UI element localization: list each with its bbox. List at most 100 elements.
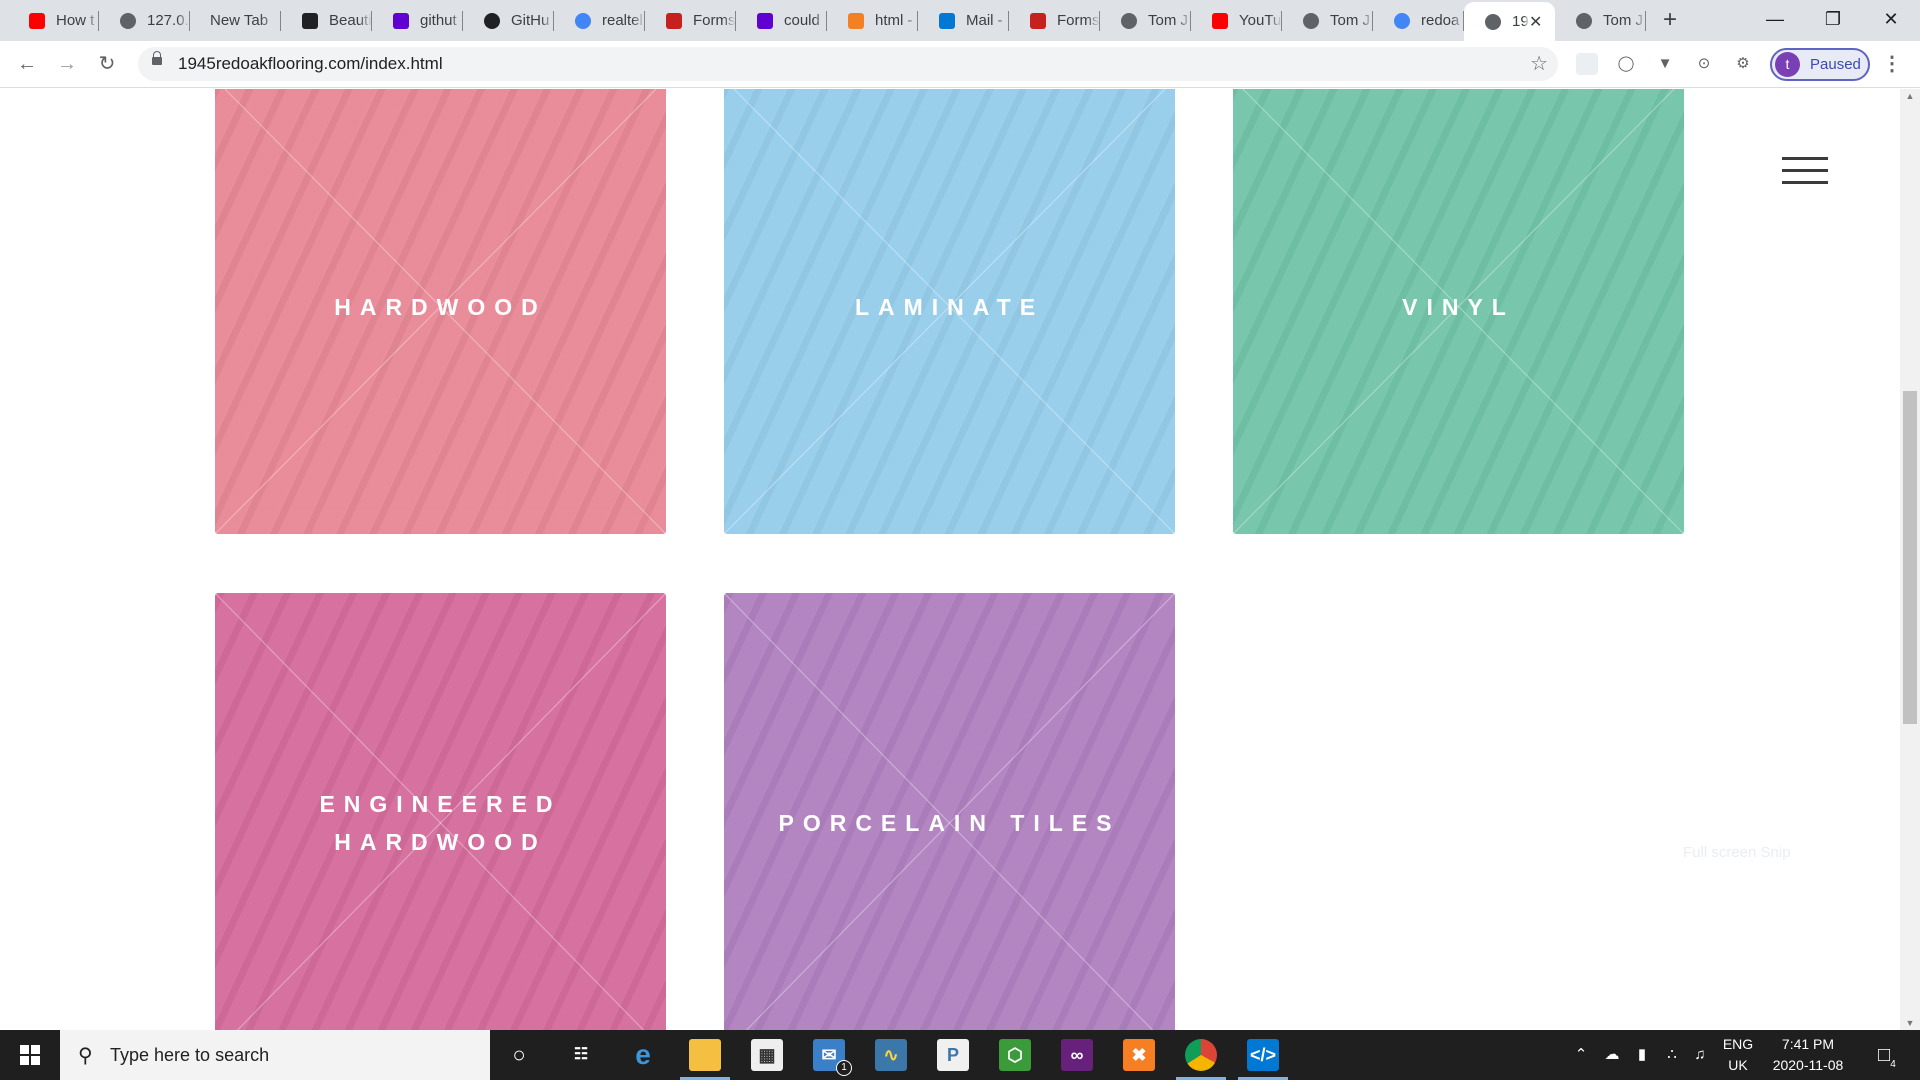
browser-tab[interactable]: How t (8, 0, 99, 41)
globe-icon (1302, 12, 1320, 30)
extension-timer-icon[interactable]: ◯ (1615, 53, 1637, 75)
browser-tab[interactable]: html - (827, 0, 918, 41)
browser-tab[interactable]: redoa (1373, 0, 1464, 41)
browser-tab[interactable]: githut (372, 0, 463, 41)
tab-title: redoa (1421, 12, 1460, 29)
browser-tab[interactable]: 127.0. (99, 0, 190, 41)
reload-button[interactable]: ↻ (93, 50, 121, 78)
tab-title: GitHu (511, 12, 550, 29)
task-view-icon[interactable]: ☷ (565, 1039, 597, 1071)
browser-tab[interactable]: Tom J (1100, 0, 1191, 41)
card-label: HARDWOOD (334, 293, 547, 320)
profile-status: Paused (1810, 56, 1861, 73)
github-icon (483, 12, 501, 30)
file-explorer-icon[interactable] (689, 1039, 721, 1071)
browser-tab[interactable]: Tom J (1555, 0, 1646, 41)
language-code: ENG (1722, 1036, 1754, 1052)
forward-button[interactable]: → (53, 50, 81, 78)
tab-title: New Tab (210, 12, 269, 29)
back-button[interactable]: ← (13, 50, 41, 78)
taskbar-search-box[interactable]: ⚲ Type here to search (60, 1030, 490, 1080)
bookmark-star-icon[interactable]: ☆ (1530, 47, 1548, 81)
python-icon[interactable]: ∿ (875, 1039, 907, 1071)
wifi-icon[interactable]: ∴ (1660, 1030, 1684, 1080)
flooring-category-card[interactable]: ENGINEERED HARDWOOD (215, 593, 666, 1030)
browser-tab[interactable]: GitHu (463, 0, 554, 41)
clock-date: 2020-11-08 (1772, 1057, 1844, 1073)
close-window-button[interactable]: ✕ (1862, 0, 1920, 41)
tab-title: How t (56, 12, 95, 29)
extension-circle-icon[interactable]: ⊙ (1693, 53, 1715, 75)
minimize-button[interactable]: — (1746, 0, 1804, 41)
card-label: LAMINATE (854, 293, 1045, 320)
onedrive-icon[interactable]: ☁ (1600, 1030, 1624, 1080)
tab-title: Tom J (1603, 12, 1644, 29)
stackoverflow-icon (847, 12, 865, 30)
close-tab-icon[interactable]: ✕ (1529, 12, 1545, 32)
search-icon: ⚲ (78, 1044, 93, 1067)
globe-icon (1575, 12, 1593, 30)
browser-tab[interactable]: Beauti (281, 0, 372, 41)
tab-title: 19 (1512, 13, 1529, 30)
language-indicator[interactable]: ENG UK (1720, 1034, 1756, 1076)
keyboard-layout: UK (1728, 1057, 1748, 1073)
browser-tab[interactable]: Tom J (1282, 0, 1373, 41)
extension-icon[interactable] (1576, 53, 1598, 75)
system-clock[interactable]: 7:41 PM 2020-11-08 (1760, 1034, 1856, 1076)
snip-hint: Full screen Snip (1683, 844, 1791, 861)
extensions-puzzle-icon[interactable]: ⚙ (1732, 53, 1754, 75)
vscode-icon[interactable]: </> (1247, 1039, 1279, 1071)
edge-icon[interactable]: e (627, 1039, 659, 1071)
yahoo-icon (756, 12, 774, 30)
globe-icon (1484, 13, 1502, 31)
browser-tab[interactable]: Forms (1009, 0, 1100, 41)
volume-icon[interactable]: ♫ (1688, 1030, 1712, 1080)
visual-studio-icon[interactable]: ∞ (1061, 1039, 1093, 1071)
flooring-category-card[interactable]: VINYL (1233, 89, 1684, 534)
xampp-icon[interactable]: ✖ (1123, 1039, 1155, 1071)
search-placeholder: Type here to search (110, 1044, 270, 1065)
new-tab-button[interactable]: + (1656, 7, 1684, 35)
flooring-category-card[interactable]: PORCELAIN TILES (724, 593, 1175, 1030)
lock-icon (152, 51, 162, 65)
page-scrollbar[interactable]: ▲ ▼ (1900, 89, 1920, 1030)
chrome-icon[interactable] (1185, 1039, 1217, 1071)
profile-button[interactable]: t Paused (1770, 48, 1870, 81)
browser-tab[interactable]: 19 ✕ (1464, 2, 1555, 41)
browser-tab[interactable]: Forms (645, 0, 736, 41)
battery-icon[interactable]: ▮ (1630, 1030, 1654, 1080)
tab-title: Forms (1057, 12, 1100, 29)
browser-tab[interactable]: realtel (554, 0, 645, 41)
flooring-category-card[interactable]: LAMINATE (724, 89, 1175, 534)
tab-title: Forms (693, 12, 736, 29)
tab-title: Beauti (329, 12, 372, 29)
google-icon (1393, 12, 1411, 30)
scrollbar-thumb[interactable] (1903, 391, 1917, 724)
flooring-category-card[interactable]: HARDWOOD (215, 89, 666, 534)
action-center-icon[interactable]: □ (1868, 1030, 1900, 1080)
browser-tab[interactable]: New Tab (190, 0, 281, 41)
browser-tab[interactable]: YouTu (1191, 0, 1282, 41)
browser-tab[interactable]: Mail - (918, 0, 1009, 41)
address-bar[interactable]: 1945redoakflooring.com/index.html ☆ (138, 47, 1558, 81)
card-label: PORCELAIN TILES (778, 810, 1121, 836)
browser-tab[interactable]: could (736, 0, 827, 41)
store-icon[interactable]: ▦ (751, 1039, 783, 1071)
scroll-down-icon[interactable]: ▼ (1900, 1018, 1920, 1028)
youtube-icon (28, 12, 46, 30)
node-icon[interactable]: ⬡ (999, 1039, 1031, 1071)
clock-time: 7:41 PM (1781, 1036, 1835, 1052)
restore-button[interactable]: ❐ (1804, 0, 1862, 41)
browser-menu-icon[interactable]: ⋮ (1882, 50, 1902, 78)
show-hidden-icons-icon[interactable]: ⌃ (1570, 1030, 1592, 1080)
url-text: 1945redoakflooring.com/index.html (178, 54, 443, 73)
vue-devtools-icon[interactable]: ▼ (1654, 53, 1676, 75)
python-file-icon[interactable]: P (937, 1039, 969, 1071)
tab-title: could (784, 12, 820, 29)
hamburger-menu-icon[interactable] (1782, 157, 1828, 185)
windows-start-button[interactable] (0, 1030, 60, 1080)
scroll-up-icon[interactable]: ▲ (1900, 91, 1920, 101)
tab-title: YouTu (1239, 12, 1282, 29)
cortana-icon[interactable]: ○ (503, 1039, 535, 1071)
forms-icon (665, 12, 683, 30)
